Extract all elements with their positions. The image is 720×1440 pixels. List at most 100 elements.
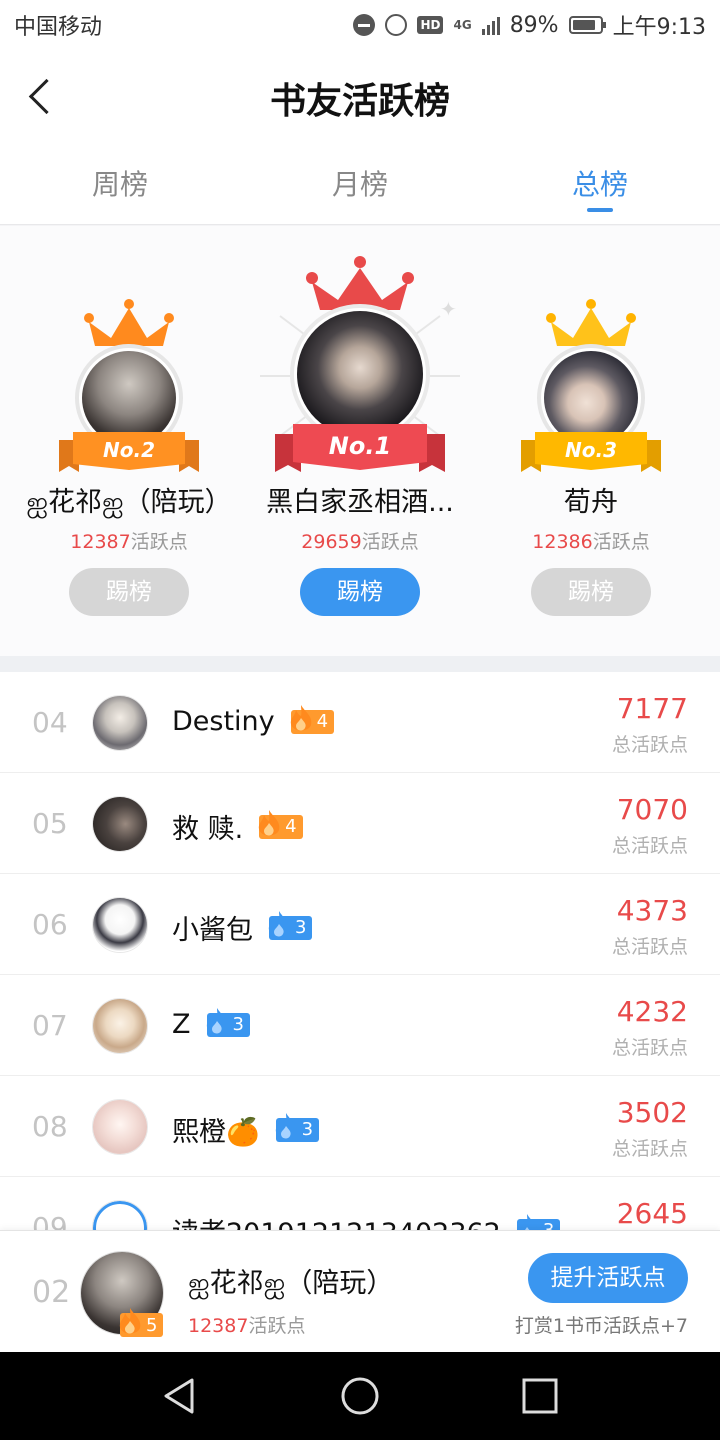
level-badge: 5 bbox=[119, 1308, 164, 1337]
svg-text:No.3: No.3 bbox=[565, 438, 617, 462]
clock: 上午9:13 bbox=[612, 15, 706, 40]
podium-third-name: 荀舟 bbox=[564, 487, 618, 518]
flame-icon bbox=[206, 1007, 227, 1033]
nav-back-icon[interactable] bbox=[158, 1374, 202, 1418]
score-label: 总活跃点 bbox=[611, 835, 688, 857]
podium-second-name: ஐ花祁ஐ（陪玩） bbox=[26, 487, 232, 518]
avatar[interactable] bbox=[92, 695, 148, 751]
alarm-icon bbox=[385, 14, 408, 36]
tab-monthly[interactable]: 月榜 bbox=[240, 145, 480, 224]
my-name: ஐ花祁ஐ（陪玩） bbox=[188, 1268, 394, 1299]
level-badge: 3 bbox=[268, 910, 313, 940]
score-value: 4373 bbox=[616, 894, 688, 927]
tab-bar: 周榜 月榜 总榜 bbox=[0, 145, 720, 225]
level-value: 4 bbox=[285, 816, 297, 837]
level-badge: 3 bbox=[516, 1213, 561, 1230]
score-value: 3502 bbox=[616, 1096, 688, 1129]
podium-first-points: 29659活跃点 bbox=[301, 531, 419, 553]
nav-recent-icon[interactable] bbox=[518, 1374, 562, 1418]
avatar[interactable] bbox=[92, 1200, 148, 1230]
my-points: 12387活跃点 bbox=[188, 1315, 306, 1337]
signal-icon bbox=[481, 15, 500, 35]
status-bar: 中国移动 HD 4G 89% 上午9:13 bbox=[0, 0, 720, 50]
list-item[interactable]: 04 Destiny 4 7177 总活跃点 bbox=[0, 672, 720, 773]
rank-ribbon-2: No.2 bbox=[59, 426, 199, 482]
boost-points-button[interactable]: 提升活跃点 bbox=[528, 1253, 688, 1303]
network-label: 4G bbox=[453, 18, 472, 32]
level-value: 3 bbox=[295, 917, 307, 938]
header: 书友活跃榜 bbox=[0, 50, 720, 145]
score-value: 2645 bbox=[616, 1197, 688, 1230]
svg-text:✦: ✦ bbox=[440, 297, 457, 321]
rank-ribbon-1: No.1 bbox=[275, 416, 445, 482]
score-label: 总活跃点 bbox=[611, 1138, 688, 1160]
flame-icon bbox=[119, 1308, 141, 1334]
level-value: 5 bbox=[146, 1314, 158, 1336]
rank-number: 05 bbox=[32, 807, 68, 840]
level-badge: 3 bbox=[275, 1112, 320, 1142]
tab-total[interactable]: 总榜 bbox=[480, 145, 720, 224]
rank-number: 08 bbox=[32, 1110, 68, 1143]
user-name: 熙橙🍊 bbox=[172, 1117, 260, 1148]
rank-number: 07 bbox=[32, 1009, 68, 1042]
tab-weekly[interactable]: 周榜 bbox=[0, 145, 240, 224]
svg-text:No.1: No.1 bbox=[329, 432, 391, 460]
battery-percent: 89% bbox=[509, 12, 559, 38]
score-value: 7177 bbox=[616, 692, 688, 725]
avatar[interactable] bbox=[92, 998, 148, 1054]
score-value: 4232 bbox=[616, 995, 688, 1028]
system-nav-bar bbox=[0, 1352, 720, 1440]
my-rank-bar: 02 5 ஐ花祁ஐ（陪玩） 12387活跃点 提升活跃点 打赏1书币活跃点+7 bbox=[0, 1230, 720, 1352]
score-label: 总活跃点 bbox=[611, 734, 688, 756]
flame-icon bbox=[290, 704, 311, 730]
dnd-icon bbox=[353, 14, 376, 36]
crown-icon bbox=[543, 298, 639, 348]
user-name: 救 赎. bbox=[172, 814, 244, 845]
battery-icon bbox=[568, 16, 606, 34]
kick-button-second[interactable]: 踢榜 bbox=[69, 568, 189, 616]
level-badge: 3 bbox=[206, 1007, 250, 1037]
avatar[interactable] bbox=[92, 796, 148, 852]
nav-home-icon[interactable] bbox=[338, 1374, 382, 1418]
level-value: 4 bbox=[316, 711, 329, 732]
kick-button-first[interactable]: 踢榜 bbox=[300, 568, 420, 616]
podium-second-points: 12387活跃点 bbox=[70, 531, 188, 553]
podium: ✦ No.2 ஐ花祁ஐ（陪玩） 12387活跃点 踢榜 No.1 黑白家丞相酒.… bbox=[0, 226, 720, 656]
level-value: 3 bbox=[232, 1014, 244, 1035]
ranking-list: 04 Destiny 4 7177 总活跃点 05 救 赎. 4 7070 总活… bbox=[0, 672, 720, 1230]
user-name: Z bbox=[172, 1009, 191, 1040]
level-value: 3 bbox=[543, 1220, 554, 1230]
crown-icon bbox=[81, 298, 177, 348]
rank-ribbon-3: No.3 bbox=[521, 426, 661, 482]
rank-number: 06 bbox=[32, 908, 68, 941]
avatar[interactable] bbox=[92, 1099, 148, 1155]
hd-icon: HD bbox=[417, 16, 444, 34]
score-value: 7070 bbox=[616, 793, 688, 826]
podium-third-points: 12386活跃点 bbox=[532, 531, 650, 553]
list-item[interactable]: 09 读者20191212134023​62 3 2645 总活跃点 bbox=[0, 1177, 720, 1230]
level-badge: 4 bbox=[290, 704, 335, 734]
avatar[interactable] bbox=[92, 897, 148, 953]
flame-icon bbox=[259, 809, 280, 835]
flame-icon bbox=[268, 910, 290, 936]
user-name: 小酱包 bbox=[172, 915, 253, 946]
flame-icon bbox=[275, 1112, 296, 1138]
level-badge: 4 bbox=[259, 809, 303, 839]
my-rank-number: 02 bbox=[32, 1275, 71, 1310]
kick-button-third[interactable]: 踢榜 bbox=[531, 568, 651, 616]
svg-text:No.2: No.2 bbox=[103, 438, 155, 462]
user-name: Destiny bbox=[172, 706, 275, 737]
list-item[interactable]: 07 Z 3 4232 总活跃点 bbox=[0, 975, 720, 1076]
flame-icon bbox=[516, 1213, 538, 1230]
user-name: 读者20191212134023​62 bbox=[172, 1211, 501, 1230]
carrier-label: 中国移动 bbox=[14, 15, 103, 40]
score-label: 总活跃点 bbox=[611, 936, 688, 958]
page-title: 书友活跃榜 bbox=[269, 80, 450, 122]
list-item[interactable]: 06 小酱包 3 4373 总活跃点 bbox=[0, 874, 720, 975]
rank-number: 09 bbox=[32, 1211, 68, 1230]
boost-hint: 打赏1书币活跃点+7 bbox=[514, 1315, 688, 1337]
list-item[interactable]: 05 救 赎. 4 7070 总活跃点 bbox=[0, 773, 720, 874]
list-item[interactable]: 08 熙橙🍊 3 3502 总活跃点 bbox=[0, 1076, 720, 1177]
score-label: 总活跃点 bbox=[611, 1037, 688, 1059]
level-value: 3 bbox=[301, 1119, 314, 1140]
